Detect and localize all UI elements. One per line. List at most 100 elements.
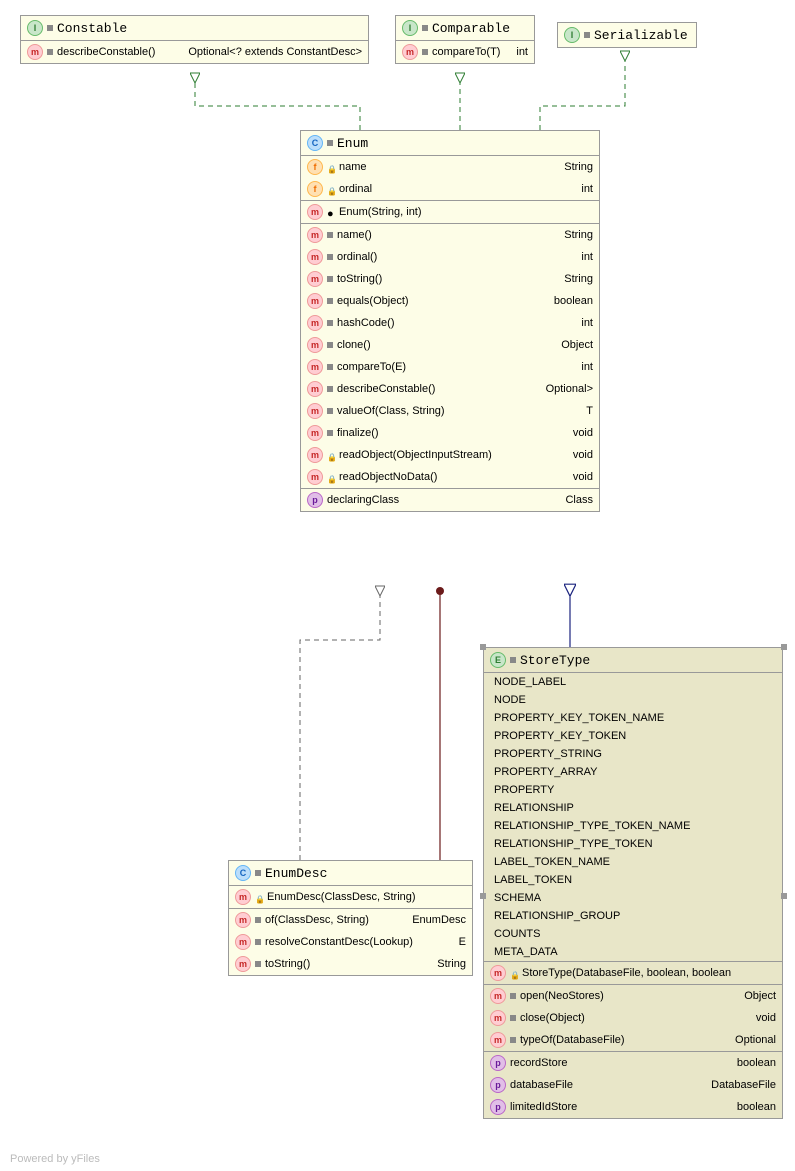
method-ret: void	[573, 449, 593, 461]
method-ret: int	[581, 361, 593, 373]
method-sig: open(NeoStores)	[520, 990, 604, 1002]
method-icon: m	[307, 425, 323, 441]
enum-constant: PROPERTY_ARRAY	[484, 763, 782, 781]
method-ret: Object	[561, 339, 593, 351]
field-type: String	[564, 161, 593, 173]
method-ret: void	[756, 1012, 776, 1024]
constructor-row: m StoreType(DatabaseFile, boolean, boole…	[484, 962, 782, 984]
class-enumdesc[interactable]: C EnumDesc m EnumDesc(ClassDesc, String)…	[228, 860, 473, 976]
method-row: m describeConstable() Optional>	[301, 378, 599, 400]
method-row: m open(NeoStores) Object	[484, 985, 782, 1007]
class-icon: C	[307, 135, 323, 151]
method-ret: String	[564, 273, 593, 285]
field-name: ordinal	[339, 183, 372, 195]
method-sig: of(ClassDesc, String)	[265, 914, 369, 926]
class-icon: C	[235, 865, 251, 881]
methods-section: m of(ClassDesc, String) EnumDesc m resol…	[229, 909, 472, 975]
method-ret: int	[581, 251, 593, 263]
mod-icon	[510, 1037, 516, 1043]
method-icon: m	[307, 315, 323, 331]
enum-constant: NODE_LABEL	[484, 673, 782, 691]
props-section: p declaringClass Class	[301, 489, 599, 511]
selection-handle	[781, 644, 787, 650]
method-sig: readObject(ObjectInputStream)	[339, 449, 492, 461]
enum-storetype[interactable]: E StoreType NODE_LABELNODEPROPERTY_KEY_T…	[483, 647, 783, 1119]
property-name: limitedIdStore	[510, 1101, 577, 1113]
method-sig: compareTo(E)	[337, 361, 406, 373]
method-icon: m	[307, 293, 323, 309]
lock-icon	[255, 893, 263, 901]
method-row: m close(Object) void	[484, 1007, 782, 1029]
mod-icon	[327, 342, 333, 348]
class-title: StoreType	[520, 653, 590, 668]
enum-constant: META_DATA	[484, 943, 782, 961]
method-row: m describeConstable() Optional<? extends…	[21, 41, 368, 63]
method-sig: name()	[337, 229, 372, 241]
method-icon: m	[307, 359, 323, 375]
method-ret: Object	[744, 990, 776, 1002]
method-icon: m	[307, 381, 323, 397]
mod-icon: ●	[327, 208, 335, 216]
method-row: m equals(Object) boolean	[301, 290, 599, 312]
pkg-icon	[510, 657, 516, 663]
enum-constant: RELATIONSHIP_GROUP	[484, 907, 782, 925]
enum-constant: RELATIONSHIP_TYPE_TOKEN_NAME	[484, 817, 782, 835]
method-row: m valueOf(Class, String) T	[301, 400, 599, 422]
class-enum[interactable]: C Enum f name String f ordinal int m ● E…	[300, 130, 600, 512]
property-type: DatabaseFile	[711, 1079, 776, 1091]
method-ret: EnumDesc	[412, 914, 466, 926]
mod-icon	[47, 49, 53, 55]
lock-icon	[327, 185, 335, 193]
method-icon: m	[235, 889, 251, 905]
mod-icon	[327, 276, 333, 282]
field-type: int	[581, 183, 593, 195]
field-row: f ordinal int	[301, 178, 599, 200]
method-row: m readObjectNoData() void	[301, 466, 599, 488]
interface-icon: I	[27, 20, 43, 36]
method-icon: m	[307, 337, 323, 353]
enum-constant: PROPERTY	[484, 781, 782, 799]
enum-constant: COUNTS	[484, 925, 782, 943]
enum-constant: PROPERTY_STRING	[484, 745, 782, 763]
enum-constant: RELATIONSHIP	[484, 799, 782, 817]
method-icon: m	[307, 403, 323, 419]
method-row: m toString() String	[301, 268, 599, 290]
interface-constable[interactable]: I Constable m describeConstable() Option…	[20, 15, 369, 64]
lock-icon	[510, 969, 518, 977]
class-title: Comparable	[432, 21, 510, 36]
method-sig: finalize()	[337, 427, 379, 439]
selection-handle	[480, 644, 486, 650]
method-row: m of(ClassDesc, String) EnumDesc	[229, 909, 472, 931]
method-icon: m	[235, 956, 251, 972]
method-icon: m	[235, 934, 251, 950]
lock-icon	[327, 451, 335, 459]
property-row: p databaseFile DatabaseFile	[484, 1074, 782, 1096]
interface-comparable[interactable]: I Comparable m compareTo(T) int	[395, 15, 535, 64]
pkg-icon	[47, 25, 53, 31]
method-row: m typeOf(DatabaseFile) Optional	[484, 1029, 782, 1051]
method-icon: m	[307, 469, 323, 485]
mod-icon	[327, 408, 333, 414]
property-name: declaringClass	[327, 494, 399, 506]
method-row: m finalize() void	[301, 422, 599, 444]
props-section: p recordStore boolean p databaseFile Dat…	[484, 1052, 782, 1118]
method-sig: describeConstable()	[337, 383, 435, 395]
lock-icon	[327, 473, 335, 481]
property-icon: p	[490, 1077, 506, 1093]
method-sig: ordinal()	[337, 251, 377, 263]
selection-handle	[781, 893, 787, 899]
method-ret: void	[573, 427, 593, 439]
class-title: EnumDesc	[265, 866, 327, 881]
method-sig: typeOf(DatabaseFile)	[520, 1034, 625, 1046]
pkg-icon	[584, 32, 590, 38]
method-row: m ordinal() int	[301, 246, 599, 268]
method-icon: m	[307, 271, 323, 287]
constructor-row: m EnumDesc(ClassDesc, String)	[229, 886, 472, 908]
property-icon: p	[307, 492, 323, 508]
method-row: m hashCode() int	[301, 312, 599, 334]
interface-serializable[interactable]: I Serializable	[557, 22, 697, 48]
enum-constant: SCHEMA	[484, 889, 782, 907]
property-name: databaseFile	[510, 1079, 573, 1091]
methods-section: m name() String m ordinal() int m toStri…	[301, 224, 599, 489]
enum-constant: RELATIONSHIP_TYPE_TOKEN	[484, 835, 782, 853]
